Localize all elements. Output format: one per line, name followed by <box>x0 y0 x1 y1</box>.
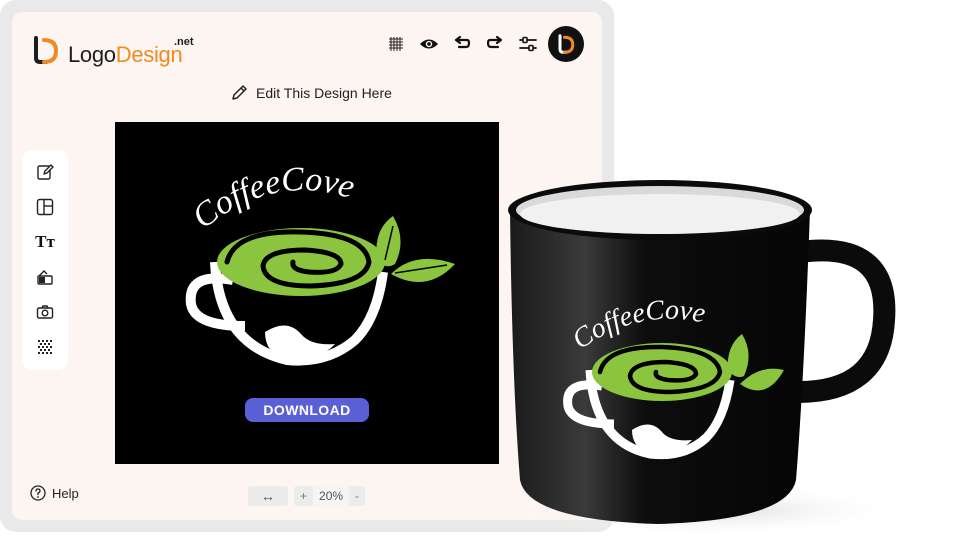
layout-icon <box>36 198 54 216</box>
eye-icon <box>419 39 439 49</box>
text-icon: Tт <box>35 232 55 251</box>
download-button[interactable]: DOWNLOAD <box>245 398 369 422</box>
logo-brand-text: CoffeeCove <box>186 161 359 236</box>
fit-width-button[interactable]: ↔ <box>248 486 288 506</box>
zoom-controls: ↔ + 20% - <box>248 486 366 506</box>
logo-wordmark: LogoDesign <box>68 42 183 68</box>
shapes-icon <box>37 270 53 285</box>
top-toolbar <box>386 34 538 54</box>
help-label: Help <box>52 485 79 501</box>
settings-sliders-icon <box>519 36 537 52</box>
pattern-icon <box>38 340 52 354</box>
tool-image[interactable] <box>34 302 56 322</box>
tool-text[interactable]: Tт <box>34 232 56 252</box>
mug-mockup: CoffeeCove <box>498 180 908 540</box>
logo-word-1: Logo <box>68 42 116 67</box>
user-avatar[interactable] <box>548 26 584 62</box>
camera-icon <box>36 305 54 319</box>
tool-layout[interactable] <box>34 197 56 217</box>
logo-mark-icon <box>34 36 59 64</box>
arrows-horizontal-icon: ↔ <box>261 488 275 504</box>
tool-edit[interactable] <box>34 162 56 182</box>
grid-toggle-button[interactable] <box>386 34 406 54</box>
design-canvas[interactable]: CoffeeCove DOWNLOAD <box>115 122 499 464</box>
grid-icon <box>389 37 403 51</box>
zoom-level: 20% <box>313 486 350 506</box>
undo-button[interactable] <box>452 34 472 54</box>
side-toolbar: Tт <box>22 150 68 370</box>
zoom-stepper: + 20% - <box>294 486 366 506</box>
help-circle-icon <box>30 485 46 501</box>
edit-design-label: Edit This Design Here <box>256 85 392 101</box>
undo-icon <box>454 36 471 49</box>
redo-button[interactable] <box>485 34 505 54</box>
logo-word-2: Design <box>115 42 183 67</box>
zoom-in-button[interactable]: + <box>294 489 313 503</box>
app-logo[interactable]: LogoDesign .net <box>30 30 200 68</box>
tool-pattern[interactable] <box>34 337 56 357</box>
pencil-icon <box>232 85 247 100</box>
edit-design-link[interactable]: Edit This Design Here <box>230 84 392 102</box>
redo-icon <box>486 36 503 49</box>
pencil-icon <box>37 164 54 180</box>
help-link[interactable]: Help <box>30 485 79 501</box>
settings-button[interactable] <box>518 34 538 54</box>
logo-brand-textpath: CoffeeCove <box>186 161 359 236</box>
mug-image: CoffeeCove <box>508 180 908 536</box>
page: LogoDesign .net Edit This Design Here Tт… <box>0 0 964 550</box>
avatar-logo-icon <box>558 34 575 54</box>
logo-suffix: .net <box>174 36 194 48</box>
tool-shapes[interactable] <box>34 267 56 287</box>
zoom-out-button[interactable]: - <box>349 489 365 503</box>
preview-button[interactable] <box>419 34 439 54</box>
